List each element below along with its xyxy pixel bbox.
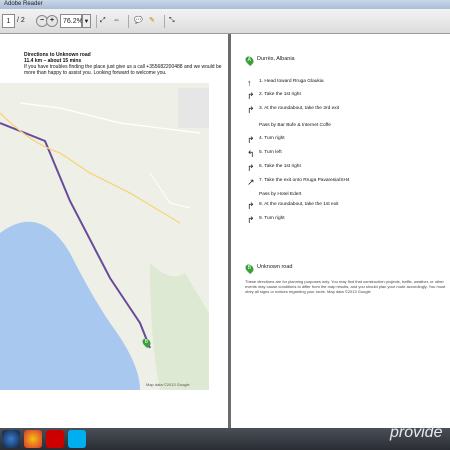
direction-text: Take the 1st right — [264, 92, 301, 97]
turn-arrow-icon: ↑ — [247, 78, 252, 88]
turn-arrow-icon: ↗ — [247, 177, 255, 187]
direction-text: Head toward Rruga Glaukia — [264, 79, 324, 84]
fit-page-icon[interactable]: ⤢ — [100, 14, 110, 28]
taskbar — [0, 428, 450, 450]
zoom-dropdown-icon[interactable]: ▼ — [82, 14, 91, 28]
watermark: provide — [390, 424, 443, 441]
map-credit: Map data ©2013 Google — [146, 382, 190, 387]
step-number: 5. — [259, 150, 264, 155]
end-marker-icon: B — [243, 262, 256, 275]
page-2: A Durrës, Albania ↑ 1. Head toward Rruga … — [231, 34, 450, 428]
directions-heading: Directions to Unknown road 11.4 km – abo… — [24, 52, 222, 76]
chrome-icon[interactable] — [24, 430, 42, 448]
step-number: 6. — [259, 164, 264, 169]
turn-arrow-icon: ↱ — [247, 163, 255, 173]
direction-text: Take the exit onto Rruga Pavaresia/SH4 — [264, 178, 350, 183]
start-location: Durrës, Albania — [257, 56, 295, 62]
toolbar: 1 / 2 − + 76.2% ▼ ⤢ ⇔ 💬 ✎ ⤡ — [0, 9, 450, 34]
turn-arrow-icon: ↱ — [247, 135, 255, 145]
page-number-input[interactable]: 1 — [2, 14, 15, 28]
route-map[interactable]: Map data ©2013 Google B — [0, 83, 209, 390]
turn-arrow-icon: ↱ — [247, 91, 255, 101]
turn-arrow-icon: ↱ — [247, 105, 255, 115]
expand-icon[interactable]: ⤡ — [169, 14, 179, 28]
step-number: 1. — [259, 79, 264, 84]
step-number: 3. — [259, 106, 264, 111]
document-area[interactable]: Directions to Unknown road 11.4 km – abo… — [0, 34, 450, 428]
direction-text: Take the 1st right — [264, 164, 301, 169]
start-marker-icon: A — [243, 54, 256, 67]
direction-text: Turn right — [264, 216, 285, 221]
skype-icon[interactable] — [68, 430, 86, 448]
end-location: Unknown road — [257, 264, 293, 270]
start-button-icon[interactable] — [2, 430, 20, 448]
map-graphic: Map data ©2013 Google — [0, 83, 209, 390]
adobe-reader-icon[interactable] — [46, 430, 64, 448]
step-number: 7. — [259, 178, 264, 183]
step-number: 4. — [259, 136, 264, 141]
direction-text: At the roundabout, take the 1st exit — [264, 202, 339, 207]
zoom-in-icon[interactable]: + — [46, 15, 58, 27]
direction-text: At the roundabout, take the 3rd exit — [264, 106, 340, 111]
direction-text: Pass by Hotel Edert — [259, 192, 302, 197]
page-total: / 2 — [17, 17, 25, 24]
fit-width-icon[interactable]: ⇔ — [113, 14, 123, 28]
step-number: 8. — [259, 202, 264, 207]
disclaimer-note: These directions are for planning purpos… — [245, 279, 446, 294]
turn-arrow-icon: ↰ — [247, 149, 255, 159]
page-1: Directions to Unknown road 11.4 km – abo… — [0, 34, 228, 428]
step-number: 9. — [259, 216, 264, 221]
title-bar: Adobe Reader — [0, 0, 450, 9]
step-number: 2. — [259, 92, 264, 97]
direction-text: Pass by Bar Bufe & Internet Coffe — [259, 123, 331, 128]
direction-text: Turn right — [264, 136, 285, 141]
turn-arrow-icon: ↱ — [247, 215, 255, 225]
highlight-icon[interactable]: ✎ — [149, 14, 159, 28]
comment-icon[interactable]: 💬 — [134, 14, 144, 28]
zoom-input[interactable]: 76.2% — [60, 14, 83, 28]
window-title: Adobe Reader — [4, 1, 43, 7]
turn-arrow-icon: ↱ — [247, 201, 255, 211]
direction-text: Turn left — [264, 150, 282, 155]
